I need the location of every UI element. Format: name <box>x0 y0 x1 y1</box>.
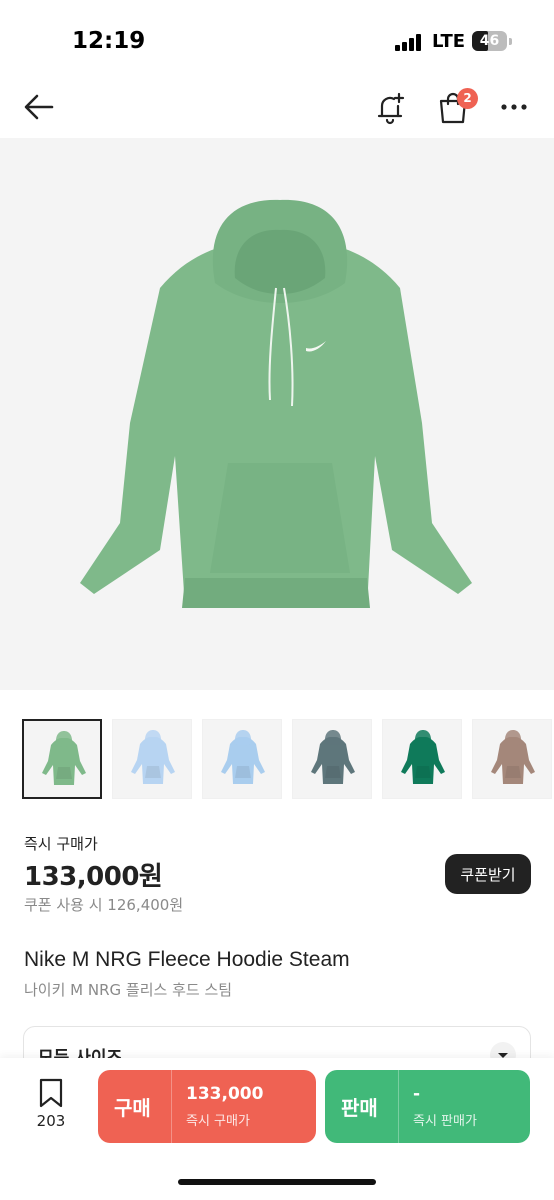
wishlist-count: 203 <box>36 1112 66 1130</box>
hoodie-thumbnail-image <box>491 730 535 784</box>
hoodie-thumbnail-image <box>42 731 86 785</box>
sell-price: - <box>413 1084 421 1104</box>
get-coupon-button[interactable]: 쿠폰받기 <box>445 854 531 894</box>
product-name: Nike M NRG Fleece Hoodie Steam <box>24 948 350 971</box>
sell-divider <box>398 1070 399 1143</box>
hoodie-thumbnail-image <box>221 730 265 784</box>
buy-price-label: 즉시 구매가 <box>186 1114 250 1129</box>
arrow-left-icon[interactable] <box>22 90 56 124</box>
buy-label: 구매 <box>114 1096 151 1120</box>
product-thumbnail[interactable] <box>202 719 282 799</box>
hoodie-thumbnail-image <box>311 730 355 784</box>
bottom-action-bar: 203 구매 133,000 즉시 구매가 판매 - 즉시 판매가 <box>0 1058 554 1200</box>
buy-divider <box>171 1070 172 1143</box>
bookmark-icon <box>39 1078 63 1108</box>
product-thumbnail[interactable] <box>472 719 552 799</box>
status-time: 12:19 <box>72 28 146 54</box>
product-image[interactable] <box>0 138 554 690</box>
sell-button[interactable]: 판매 - 즉시 판매가 <box>325 1070 530 1143</box>
price-label: 즉시 구매가 <box>24 835 98 853</box>
more-horizontal-icon[interactable] <box>500 102 528 112</box>
bell-plus-icon[interactable] <box>373 90 409 126</box>
buy-price: 133,000 <box>186 1084 264 1104</box>
price: 133,000원 <box>24 862 163 892</box>
product-thumbnail[interactable] <box>22 719 102 799</box>
buy-button[interactable]: 구매 133,000 즉시 구매가 <box>98 1070 316 1143</box>
hoodie-thumbnail-image <box>131 730 175 784</box>
sell-price-label: 즉시 판매가 <box>413 1114 477 1129</box>
cart-count-badge: 2 <box>457 88 478 109</box>
hoodie-image <box>80 199 472 608</box>
coupon-price: 쿠폰 사용 시 126,400원 <box>24 896 184 914</box>
home-indicator <box>178 1179 376 1185</box>
battery-cap <box>509 38 512 45</box>
status-bar: 12:19 LTE 46 <box>0 0 554 80</box>
hoodie-thumbnail-image <box>401 730 445 784</box>
product-name-korean: 나이키 M NRG 플리스 후드 스팀 <box>24 981 233 999</box>
product-thumbnail[interactable] <box>112 719 192 799</box>
cellular-signal-icon <box>395 33 423 51</box>
sell-label: 판매 <box>341 1096 378 1120</box>
battery-level: 46 <box>479 33 500 49</box>
thumbnail-list <box>22 719 554 799</box>
battery-icon: 46 <box>472 31 507 51</box>
product-thumbnail[interactable] <box>292 719 372 799</box>
wishlist-button[interactable]: 203 <box>26 1078 76 1138</box>
product-thumbnail[interactable] <box>382 719 462 799</box>
network-type: LTE <box>432 31 466 52</box>
